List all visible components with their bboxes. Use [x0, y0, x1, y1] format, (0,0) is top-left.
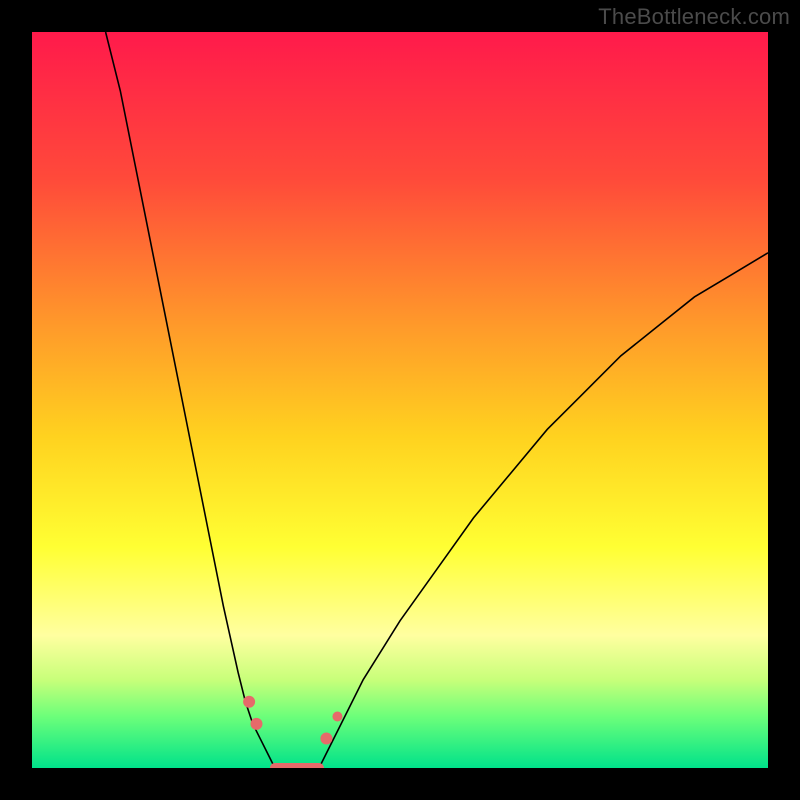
- left-dot-2: [250, 718, 262, 730]
- left-dot-1: [243, 696, 255, 708]
- right-dot-1: [320, 733, 332, 745]
- gradient-background: [32, 32, 768, 768]
- outer-frame: TheBottleneck.com: [0, 0, 800, 800]
- right-dot-2: [332, 711, 342, 721]
- watermark-text: TheBottleneck.com: [598, 4, 790, 30]
- chart-plot: [32, 32, 768, 768]
